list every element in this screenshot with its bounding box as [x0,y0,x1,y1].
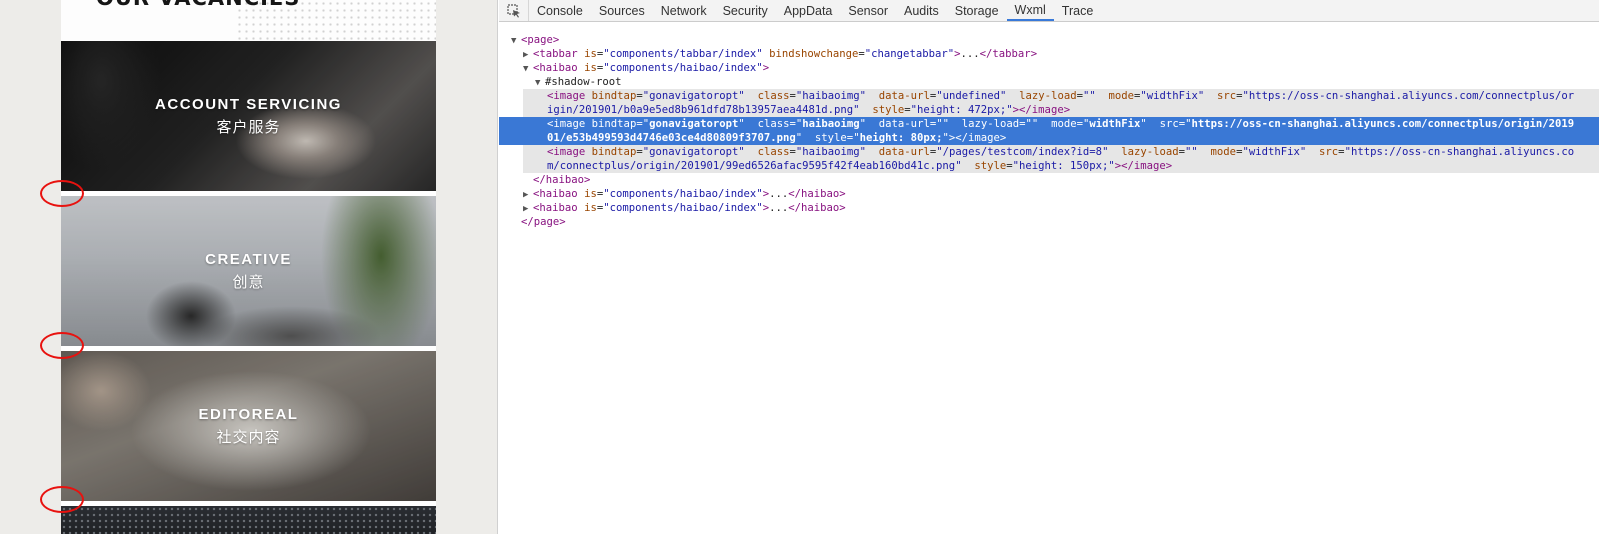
wxml-tree: ▼ <page> ▶ <tabbar is="components/tabbar/i… [499,33,1599,229]
tree-node-image-3[interactable]: <image bindtap="gonavigatoropt" class="h… [523,145,1599,159]
annotation-circle [40,180,84,207]
devtools-panel: Console Sources Network Security AppData… [499,0,1599,534]
triangle-down-icon[interactable]: ▼ [535,76,545,90]
tab-audits[interactable]: Audits [896,0,947,21]
tree-node-image-1-cont[interactable]: igin/201901/b0a9e5ed8b961dfd78b13957aea4… [523,103,1599,117]
banner-title-zh: 客户服务 [216,117,281,136]
banner-title-zh: 创意 [232,272,265,291]
tab-appdata[interactable]: AppData [776,0,841,21]
tab-wxml[interactable]: Wxml [1006,0,1054,21]
banner-account-servicing[interactable]: ACCOUNT SERVICING 客户服务 [61,41,436,191]
simulator-panel: OUR VACANCIES ACCOUNT SERVICING 客户服务 CRE… [0,0,498,534]
tab-security[interactable]: Security [715,0,776,21]
tree-node-haibao-close[interactable]: </haibao> [499,173,1599,187]
tab-sources[interactable]: Sources [591,0,653,21]
banner-title-en: ACCOUNT SERVICING [155,95,342,113]
tab-trace[interactable]: Trace [1054,0,1102,21]
vacancies-header: OUR VACANCIES [61,0,436,40]
tree-node-image-3-cont[interactable]: m/connectplus/origin/201901/99ed6526afac… [523,159,1599,173]
tab-storage[interactable]: Storage [947,0,1007,21]
tree-node-image-2[interactable]: <image bindtap="gonavigatoropt" class="h… [499,117,1599,131]
cursor-select-icon [506,3,520,18]
devtools-toolbar: Console Sources Network Security AppData… [499,0,1599,22]
triangle-down-icon[interactable]: ▼ [511,34,521,48]
banner-partial[interactable] [61,506,436,534]
annotation-circle [40,486,84,513]
triangle-right-icon[interactable]: ▶ [523,202,533,216]
tree-node-page-close[interactable]: </page> [499,215,1599,229]
annotation-circle [40,332,84,359]
banner-title-zh: 社交内容 [216,427,281,446]
banner-label: CREATIVE 创意 [61,196,436,346]
tab-network[interactable]: Network [653,0,715,21]
phone-screen: OUR VACANCIES ACCOUNT SERVICING 客户服务 CRE… [61,0,436,534]
tab-sensor[interactable]: Sensor [840,0,896,21]
inspect-element-button[interactable] [499,0,529,21]
triangle-down-icon[interactable]: ▼ [523,62,533,76]
tree-node-page[interactable]: ▼ <page> [499,33,1599,47]
vacancies-title: OUR VACANCIES [96,0,300,10]
tree-node-image-2-cont[interactable]: 01/e53b499593d4746e03ce4d80809f3707.png"… [499,131,1599,145]
tree-node-haibao-collapsed[interactable]: ▶ <haibao is="components/haibao/index">..… [499,187,1599,201]
banner-label: ACCOUNT SERVICING 客户服务 [61,41,436,191]
banner-editoreal[interactable]: EDITOREAL 社交内容 [61,351,436,501]
tree-node-image-1[interactable]: <image bindtap="gonavigatoropt" class="h… [523,89,1599,103]
banner-label: EDITOREAL 社交内容 [61,351,436,501]
banner-title-en: CREATIVE [205,250,292,268]
triangle-right-icon[interactable]: ▶ [523,48,533,62]
tree-node-tabbar[interactable]: ▶ <tabbar is="components/tabbar/index" bi… [499,47,1599,61]
tree-node-shadow-root[interactable]: ▼ #shadow-root [499,75,1599,89]
tab-console[interactable]: Console [529,0,591,21]
tree-node-haibao[interactable]: ▼ <haibao is="components/haibao/index"> [499,61,1599,75]
banner-photo [61,506,436,534]
tree-node-haibao-collapsed[interactable]: ▶ <haibao is="components/haibao/index">..… [499,201,1599,215]
banner-creative[interactable]: CREATIVE 创意 [61,196,436,346]
triangle-right-icon[interactable]: ▶ [523,188,533,202]
banner-title-en: EDITOREAL [198,405,299,423]
